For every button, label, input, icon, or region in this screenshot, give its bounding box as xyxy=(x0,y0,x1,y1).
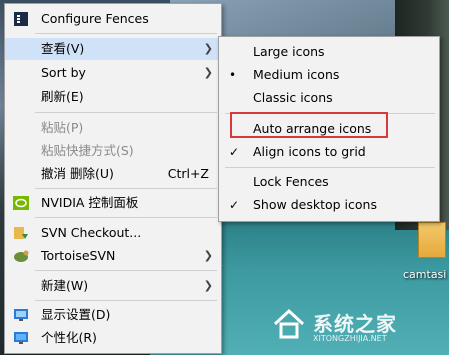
svn-checkout-icon xyxy=(13,225,29,241)
menu-item-label: Align icons to grid xyxy=(253,144,366,159)
chevron-right-icon: ❯ xyxy=(203,42,213,55)
menu-item-label: Lock Fences xyxy=(253,174,329,189)
menu-item-label: Sort by xyxy=(41,65,86,80)
submenu-item-align-icons-to-grid[interactable]: ✓ Align icons to grid xyxy=(219,141,439,163)
menu-item-svn-checkout[interactable]: SVN Checkout... xyxy=(5,222,221,244)
menu-item-label: SVN Checkout... xyxy=(41,225,142,240)
personalize-icon xyxy=(13,330,29,346)
nvidia-icon xyxy=(13,195,29,211)
desktop-icon-label[interactable]: camtasi xyxy=(403,268,446,281)
menu-item-label: Configure Fences xyxy=(41,11,149,26)
menu-item-refresh[interactable]: 刷新(E) xyxy=(5,86,221,108)
watermark-subtitle: XITONGZHIJIA.NET xyxy=(313,334,387,343)
menu-item-view[interactable]: 查看(V) ❯ xyxy=(5,38,221,60)
menu-item-personalize[interactable]: 个性化(R) xyxy=(5,327,221,349)
menu-item-new[interactable]: 新建(W) ❯ xyxy=(5,275,221,297)
menu-separator xyxy=(35,270,217,271)
menu-item-label: NVIDIA 控制面板 xyxy=(41,195,139,210)
menu-separator xyxy=(35,33,217,34)
tortoisesvn-icon xyxy=(13,248,29,264)
menu-item-label: 个性化(R) xyxy=(41,330,97,345)
submenu-item-lock-fences[interactable]: Lock Fences xyxy=(219,171,439,193)
menu-item-label: 显示设置(D) xyxy=(41,307,111,322)
menu-item-undo-delete[interactable]: 撤消 删除(U) Ctrl+Z xyxy=(5,163,221,185)
checkmark-icon: ✓ xyxy=(229,198,240,212)
chevron-right-icon: ❯ xyxy=(203,66,213,79)
menu-item-nvidia-control-panel[interactable]: NVIDIA 控制面板 xyxy=(5,192,221,214)
submenu-item-show-desktop-icons[interactable]: ✓ Show desktop icons xyxy=(219,194,439,216)
watermark-title: 系统之家 xyxy=(313,312,397,336)
house-logo-icon xyxy=(273,308,305,339)
menu-separator xyxy=(35,188,217,189)
submenu-item-medium-icons[interactable]: • Medium icons xyxy=(219,64,439,86)
menu-item-label: Classic icons xyxy=(253,90,333,105)
menu-item-paste[interactable]: 粘贴(P) xyxy=(5,117,221,139)
menu-separator xyxy=(225,167,435,168)
chevron-right-icon: ❯ xyxy=(203,279,213,292)
menu-item-paste-shortcut[interactable]: 粘贴快捷方式(S) xyxy=(5,140,221,162)
menu-item-tortoisesvn[interactable]: TortoiseSVN ❯ xyxy=(5,245,221,267)
menu-item-display-settings[interactable]: 显示设置(D) xyxy=(5,304,221,326)
folder-icon[interactable] xyxy=(418,222,446,258)
menu-item-label: 查看(V) xyxy=(41,41,85,56)
checkmark-icon: ✓ xyxy=(229,145,240,159)
submenu-item-classic-icons[interactable]: Classic icons xyxy=(219,87,439,109)
menu-item-label: TortoiseSVN xyxy=(41,248,116,263)
menu-item-label: Show desktop icons xyxy=(253,197,377,212)
annotation-highlight-box xyxy=(230,112,388,138)
display-settings-icon xyxy=(13,307,29,323)
menu-separator xyxy=(35,217,217,218)
menu-item-sort-by[interactable]: Sort by ❯ xyxy=(5,62,221,84)
chevron-right-icon: ❯ xyxy=(203,249,213,262)
radio-bullet-icon: • xyxy=(229,68,237,82)
watermark: 系统之家 XITONGZHIJIA.NET xyxy=(265,300,445,350)
submenu-item-large-icons[interactable]: Large icons xyxy=(219,41,439,63)
desktop-context-menu: Configure Fences 查看(V) ❯ Sort by ❯ 刷新(E)… xyxy=(4,3,222,354)
menu-separator xyxy=(35,300,217,301)
menu-item-label: 新建(W) xyxy=(41,278,89,293)
menu-item-shortcut: Ctrl+Z xyxy=(167,166,209,181)
menu-item-label: Medium icons xyxy=(253,67,340,82)
menu-item-configure-fences[interactable]: Configure Fences xyxy=(5,8,221,30)
fences-icon xyxy=(13,11,29,27)
menu-item-label: 刷新(E) xyxy=(41,89,84,104)
menu-item-label: 撤消 删除(U) xyxy=(41,166,114,181)
menu-item-label: 粘贴(P) xyxy=(41,120,84,135)
menu-item-label: Large icons xyxy=(253,44,325,59)
menu-separator xyxy=(35,112,217,113)
menu-item-label: 粘贴快捷方式(S) xyxy=(41,143,134,158)
